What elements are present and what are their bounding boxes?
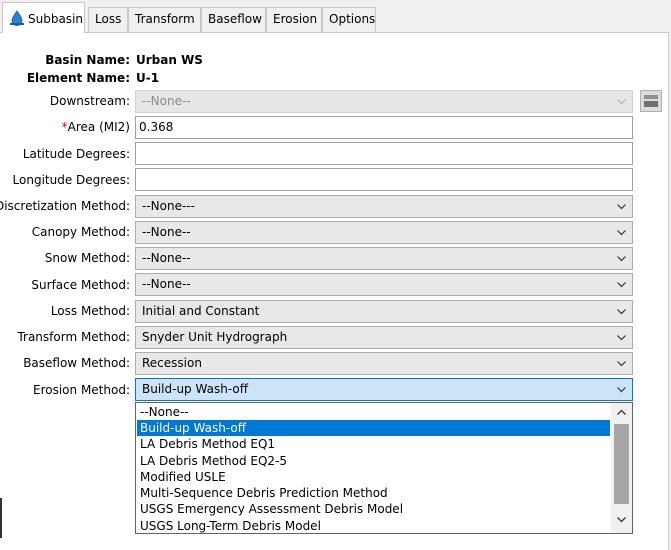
transform-value: Snyder Unit Hydrograph	[142, 330, 288, 344]
dropdown-option[interactable]: LA Debris Method EQ2-5	[137, 453, 610, 469]
snow-value: --None--	[142, 251, 191, 265]
erosion-select[interactable]: Build-up Wash-off	[135, 378, 633, 401]
tab-subbasin-label: Subbasin	[28, 12, 84, 26]
dropdown-scrollbar[interactable]	[611, 403, 632, 533]
discretization-label: Discretization Method:	[0, 199, 130, 213]
tab-erosion[interactable]: Erosion	[266, 7, 322, 32]
tab-loss-label: Loss	[95, 12, 122, 26]
chevron-down-icon	[617, 282, 626, 288]
discretization-select[interactable]: --None---	[135, 195, 633, 218]
tab-subbasin[interactable]: Subbasin	[2, 2, 85, 33]
downstream-value: --None--	[142, 94, 191, 108]
selector-icon	[644, 95, 658, 107]
baseflow-select[interactable]: Recession	[135, 352, 633, 375]
dropdown-option[interactable]: Multi-Sequence Debris Prediction Method	[137, 485, 610, 501]
chevron-up-icon[interactable]	[617, 409, 626, 415]
tab-bar: Subbasin Loss Transform Baseflow Erosion…	[0, 0, 671, 33]
basin-name-label: Basin Name:	[45, 53, 130, 67]
snow-select[interactable]: --None--	[135, 247, 633, 270]
latitude-label: Latitude Degrees:	[22, 147, 130, 161]
surface-value: --None--	[142, 277, 191, 291]
basin-name-value: Urban WS	[136, 53, 203, 67]
downstream-label: Downstream:	[49, 94, 130, 108]
downstream-select[interactable]: --None--	[135, 90, 633, 113]
chevron-down-icon[interactable]	[617, 517, 626, 523]
tab-baseflow-label: Baseflow	[208, 12, 262, 26]
dropdown-option[interactable]: USGS Long-Term Debris Model	[137, 518, 610, 533]
element-name-label: Element Name:	[26, 71, 130, 85]
erosion-label: Erosion Method:	[33, 383, 130, 397]
longitude-label: Longitude Degrees:	[12, 173, 130, 187]
transform-select[interactable]: Snyder Unit Hydrograph	[135, 326, 633, 349]
chevron-down-icon	[617, 335, 626, 341]
downstream-selector-button[interactable]	[640, 90, 662, 112]
tab-loss[interactable]: Loss	[88, 7, 128, 32]
dropdown-option[interactable]: Modified USLE	[137, 469, 610, 485]
baseflow-value: Recession	[142, 356, 202, 370]
area-value: 0.368	[139, 120, 174, 134]
discretization-value: --None---	[142, 199, 195, 213]
dropdown-option[interactable]: USGS Emergency Assessment Debris Model	[137, 501, 610, 517]
erosion-value: Build-up Wash-off	[142, 382, 248, 396]
chevron-down-icon	[617, 99, 626, 105]
latitude-input[interactable]	[135, 142, 633, 165]
loss-value: Initial and Constant	[142, 304, 260, 318]
scrollbar-thumb[interactable]	[614, 424, 629, 504]
snow-label: Snow Method:	[44, 251, 130, 265]
erosion-dropdown-list[interactable]: --None-- Build-up Wash-off LA Debris Met…	[135, 402, 633, 534]
area-input[interactable]: 0.368	[135, 116, 633, 139]
subbasin-icon	[9, 10, 25, 29]
longitude-input[interactable]	[135, 168, 633, 191]
transform-label: Transform Method:	[17, 330, 130, 344]
surface-select[interactable]: --None--	[135, 273, 633, 296]
dropdown-option[interactable]: LA Debris Method EQ1	[137, 436, 610, 452]
window-edge	[0, 498, 2, 538]
area-label: Area (MI2)	[67, 120, 130, 134]
tab-options-label: Options	[329, 12, 376, 26]
chevron-down-icon	[617, 361, 626, 367]
tab-erosion-label: Erosion	[273, 12, 318, 26]
dropdown-option[interactable]: --None--	[137, 404, 610, 420]
tab-transform[interactable]: Transform	[128, 7, 201, 32]
chevron-down-icon	[617, 204, 626, 210]
dropdown-option-selected[interactable]: Build-up Wash-off	[137, 420, 610, 436]
baseflow-label: Baseflow Method:	[23, 356, 130, 370]
chevron-down-icon	[617, 387, 626, 393]
canopy-label: Canopy Method:	[31, 225, 130, 239]
loss-select[interactable]: Initial and Constant	[135, 300, 633, 323]
tab-transform-label: Transform	[135, 12, 195, 26]
canopy-select[interactable]: --None--	[135, 221, 633, 244]
tab-options[interactable]: Options	[322, 7, 376, 32]
loss-label: Loss Method:	[50, 304, 130, 318]
element-name-value: U-1	[136, 71, 160, 85]
chevron-down-icon	[617, 230, 626, 236]
chevron-down-icon	[617, 309, 626, 315]
canopy-value: --None--	[142, 225, 191, 239]
surface-label: Surface Method:	[31, 278, 130, 292]
chevron-down-icon	[617, 256, 626, 262]
tab-baseflow[interactable]: Baseflow	[201, 7, 266, 32]
